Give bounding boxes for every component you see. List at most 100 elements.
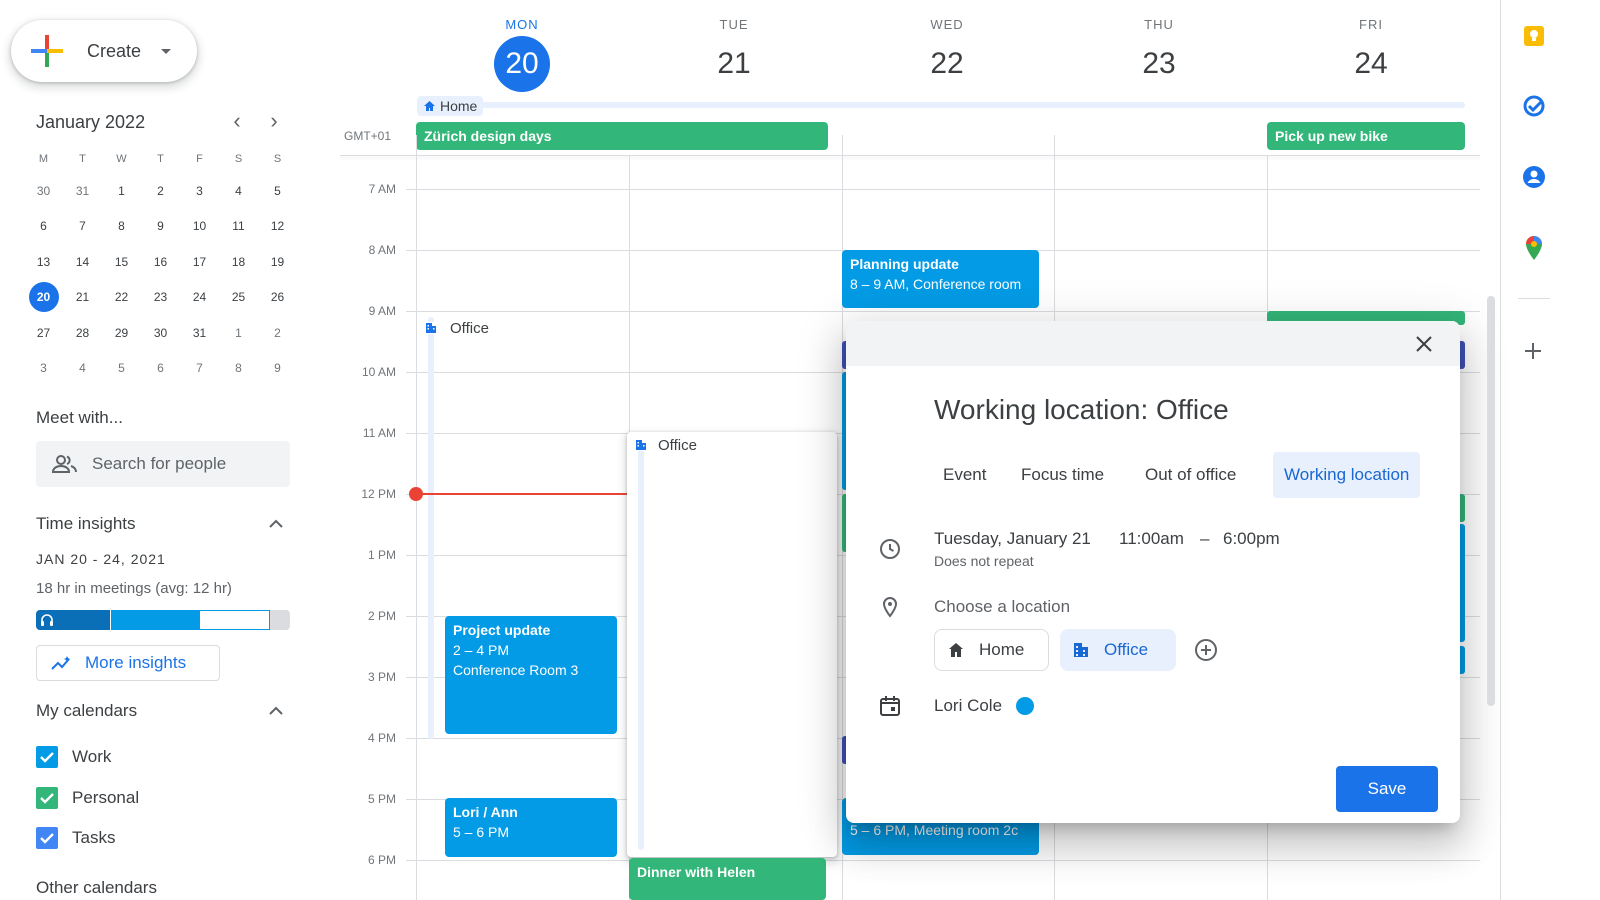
- mini-day[interactable]: 8: [219, 351, 258, 387]
- calendar-owner[interactable]: Lori Cole: [934, 696, 1002, 716]
- event-lori-ann[interactable]: Lori / Ann 5 – 6 PM: [445, 798, 617, 857]
- prev-month-icon[interactable]: ‹: [225, 110, 249, 134]
- hour-label: 8 AM: [368, 243, 396, 257]
- mini-day[interactable]: 5: [258, 173, 297, 209]
- mini-day[interactable]: 5: [102, 351, 141, 387]
- checkbox-checked-icon[interactable]: [36, 746, 58, 768]
- scrollbar[interactable]: [1487, 296, 1495, 706]
- office-location-button[interactable]: Office: [1060, 629, 1176, 671]
- insights-bar[interactable]: [36, 610, 290, 630]
- mini-day[interactable]: 7: [180, 351, 219, 387]
- day-header-number[interactable]: 24: [1343, 36, 1399, 92]
- office-location-preview[interactable]: Office: [627, 432, 837, 857]
- day-header-dow: MON: [505, 17, 539, 32]
- mini-day[interactable]: 17: [180, 244, 219, 280]
- keep-icon[interactable]: [1522, 24, 1546, 48]
- close-icon[interactable]: [1411, 331, 1437, 357]
- mini-day[interactable]: 22: [102, 280, 141, 316]
- mini-day[interactable]: 2: [258, 315, 297, 351]
- mini-day[interactable]: 16: [141, 244, 180, 280]
- mini-day[interactable]: 18: [219, 244, 258, 280]
- mini-day[interactable]: 25: [219, 280, 258, 316]
- event-dinner-with-helen[interactable]: Dinner with Helen: [629, 858, 826, 900]
- mini-day[interactable]: 21: [63, 280, 102, 316]
- event-project-update[interactable]: Project update 2 – 4 PM Conference Room …: [445, 616, 617, 734]
- tab-event[interactable]: Event: [932, 452, 997, 498]
- hour-label: 12 PM: [361, 487, 396, 501]
- event-title: Project update: [453, 622, 551, 638]
- mini-day[interactable]: 9: [141, 209, 180, 245]
- mini-day[interactable]: 24: [180, 280, 219, 316]
- mini-day[interactable]: 3: [180, 173, 219, 209]
- office-location-strip[interactable]: [428, 317, 434, 739]
- meet-with-title: Meet with...: [36, 408, 123, 427]
- home-location-chip[interactable]: Home: [417, 96, 484, 116]
- mini-day[interactable]: 11: [219, 209, 258, 245]
- event-date[interactable]: Tuesday, January 21: [934, 529, 1091, 549]
- day-header-number-today[interactable]: 20: [494, 36, 550, 92]
- mini-day[interactable]: 28: [63, 315, 102, 351]
- mini-day[interactable]: 12: [258, 209, 297, 245]
- insights-range: JAN 20 - 24, 2021: [36, 551, 166, 567]
- repeat-text[interactable]: Does not repeat: [934, 553, 1034, 569]
- search-people-input[interactable]: Search for people: [36, 441, 290, 487]
- checkbox-checked-icon[interactable]: [36, 827, 58, 849]
- event-start-time[interactable]: 11:00am: [1119, 529, 1184, 549]
- mini-day[interactable]: 27: [24, 315, 63, 351]
- calendar-item-tasks[interactable]: Tasks: [36, 826, 115, 850]
- mini-day[interactable]: 1: [219, 315, 258, 351]
- calendar-color-dot[interactable]: [1016, 697, 1034, 715]
- home-option-label: Home: [979, 640, 1025, 659]
- day-header-number[interactable]: 21: [706, 36, 762, 92]
- event-planning-update[interactable]: Planning update 8 – 9 AM, Conference roo…: [842, 250, 1039, 308]
- mini-day[interactable]: 29: [102, 315, 141, 351]
- add-addon-icon[interactable]: [1522, 340, 1544, 362]
- next-month-icon[interactable]: ›: [262, 110, 286, 134]
- mini-day[interactable]: 3: [24, 351, 63, 387]
- add-location-icon[interactable]: [1194, 638, 1218, 662]
- mini-day[interactable]: 14: [63, 244, 102, 280]
- day-header-number[interactable]: 23: [1131, 36, 1187, 92]
- allday-event[interactable]: Zürich design days: [416, 122, 828, 150]
- mini-day[interactable]: 7: [63, 209, 102, 245]
- mini-day[interactable]: 19: [258, 244, 297, 280]
- mini-day[interactable]: 4: [63, 351, 102, 387]
- save-button[interactable]: Save: [1336, 766, 1438, 812]
- mini-day[interactable]: 15: [102, 244, 141, 280]
- mini-day[interactable]: 6: [141, 351, 180, 387]
- tasks-icon[interactable]: [1522, 94, 1546, 118]
- event-end-time[interactable]: 6:00pm: [1223, 529, 1280, 549]
- chevron-up-icon[interactable]: [266, 701, 286, 721]
- mini-day[interactable]: 13: [24, 244, 63, 280]
- more-insights-button[interactable]: More insights: [36, 645, 220, 681]
- day-header-number[interactable]: 22: [919, 36, 975, 92]
- checkbox-checked-icon[interactable]: [36, 787, 58, 809]
- maps-icon[interactable]: [1522, 235, 1546, 261]
- mini-day[interactable]: 30: [141, 315, 180, 351]
- working-location-bar[interactable]: [417, 102, 1465, 108]
- tab-working-location[interactable]: Working location: [1273, 452, 1421, 498]
- mini-day[interactable]: 31: [180, 315, 219, 351]
- home-location-button[interactable]: Home: [934, 629, 1049, 671]
- calendar-item-work[interactable]: Work: [36, 745, 111, 769]
- mini-day[interactable]: 6: [24, 209, 63, 245]
- tab-focus-time[interactable]: Focus time: [1010, 452, 1115, 498]
- contacts-icon[interactable]: [1522, 165, 1546, 189]
- mini-day[interactable]: 26: [258, 280, 297, 316]
- mini-day[interactable]: 31: [63, 173, 102, 209]
- mini-day-today[interactable]: 20: [24, 280, 63, 316]
- allday-event[interactable]: Pick up new bike: [1267, 122, 1465, 150]
- mini-day[interactable]: 1: [102, 173, 141, 209]
- mini-day[interactable]: 8: [102, 209, 141, 245]
- chevron-up-icon[interactable]: [266, 514, 286, 534]
- calendar-item-personal[interactable]: Personal: [36, 786, 139, 810]
- tab-out-of-office[interactable]: Out of office: [1134, 452, 1247, 498]
- mini-day[interactable]: 23: [141, 280, 180, 316]
- mini-day[interactable]: 10: [180, 209, 219, 245]
- mini-day[interactable]: 30: [24, 173, 63, 209]
- mini-day[interactable]: 4: [219, 173, 258, 209]
- create-button[interactable]: Create: [11, 20, 197, 82]
- office-building-icon: [425, 322, 437, 334]
- mini-day[interactable]: 2: [141, 173, 180, 209]
- mini-day[interactable]: 9: [258, 351, 297, 387]
